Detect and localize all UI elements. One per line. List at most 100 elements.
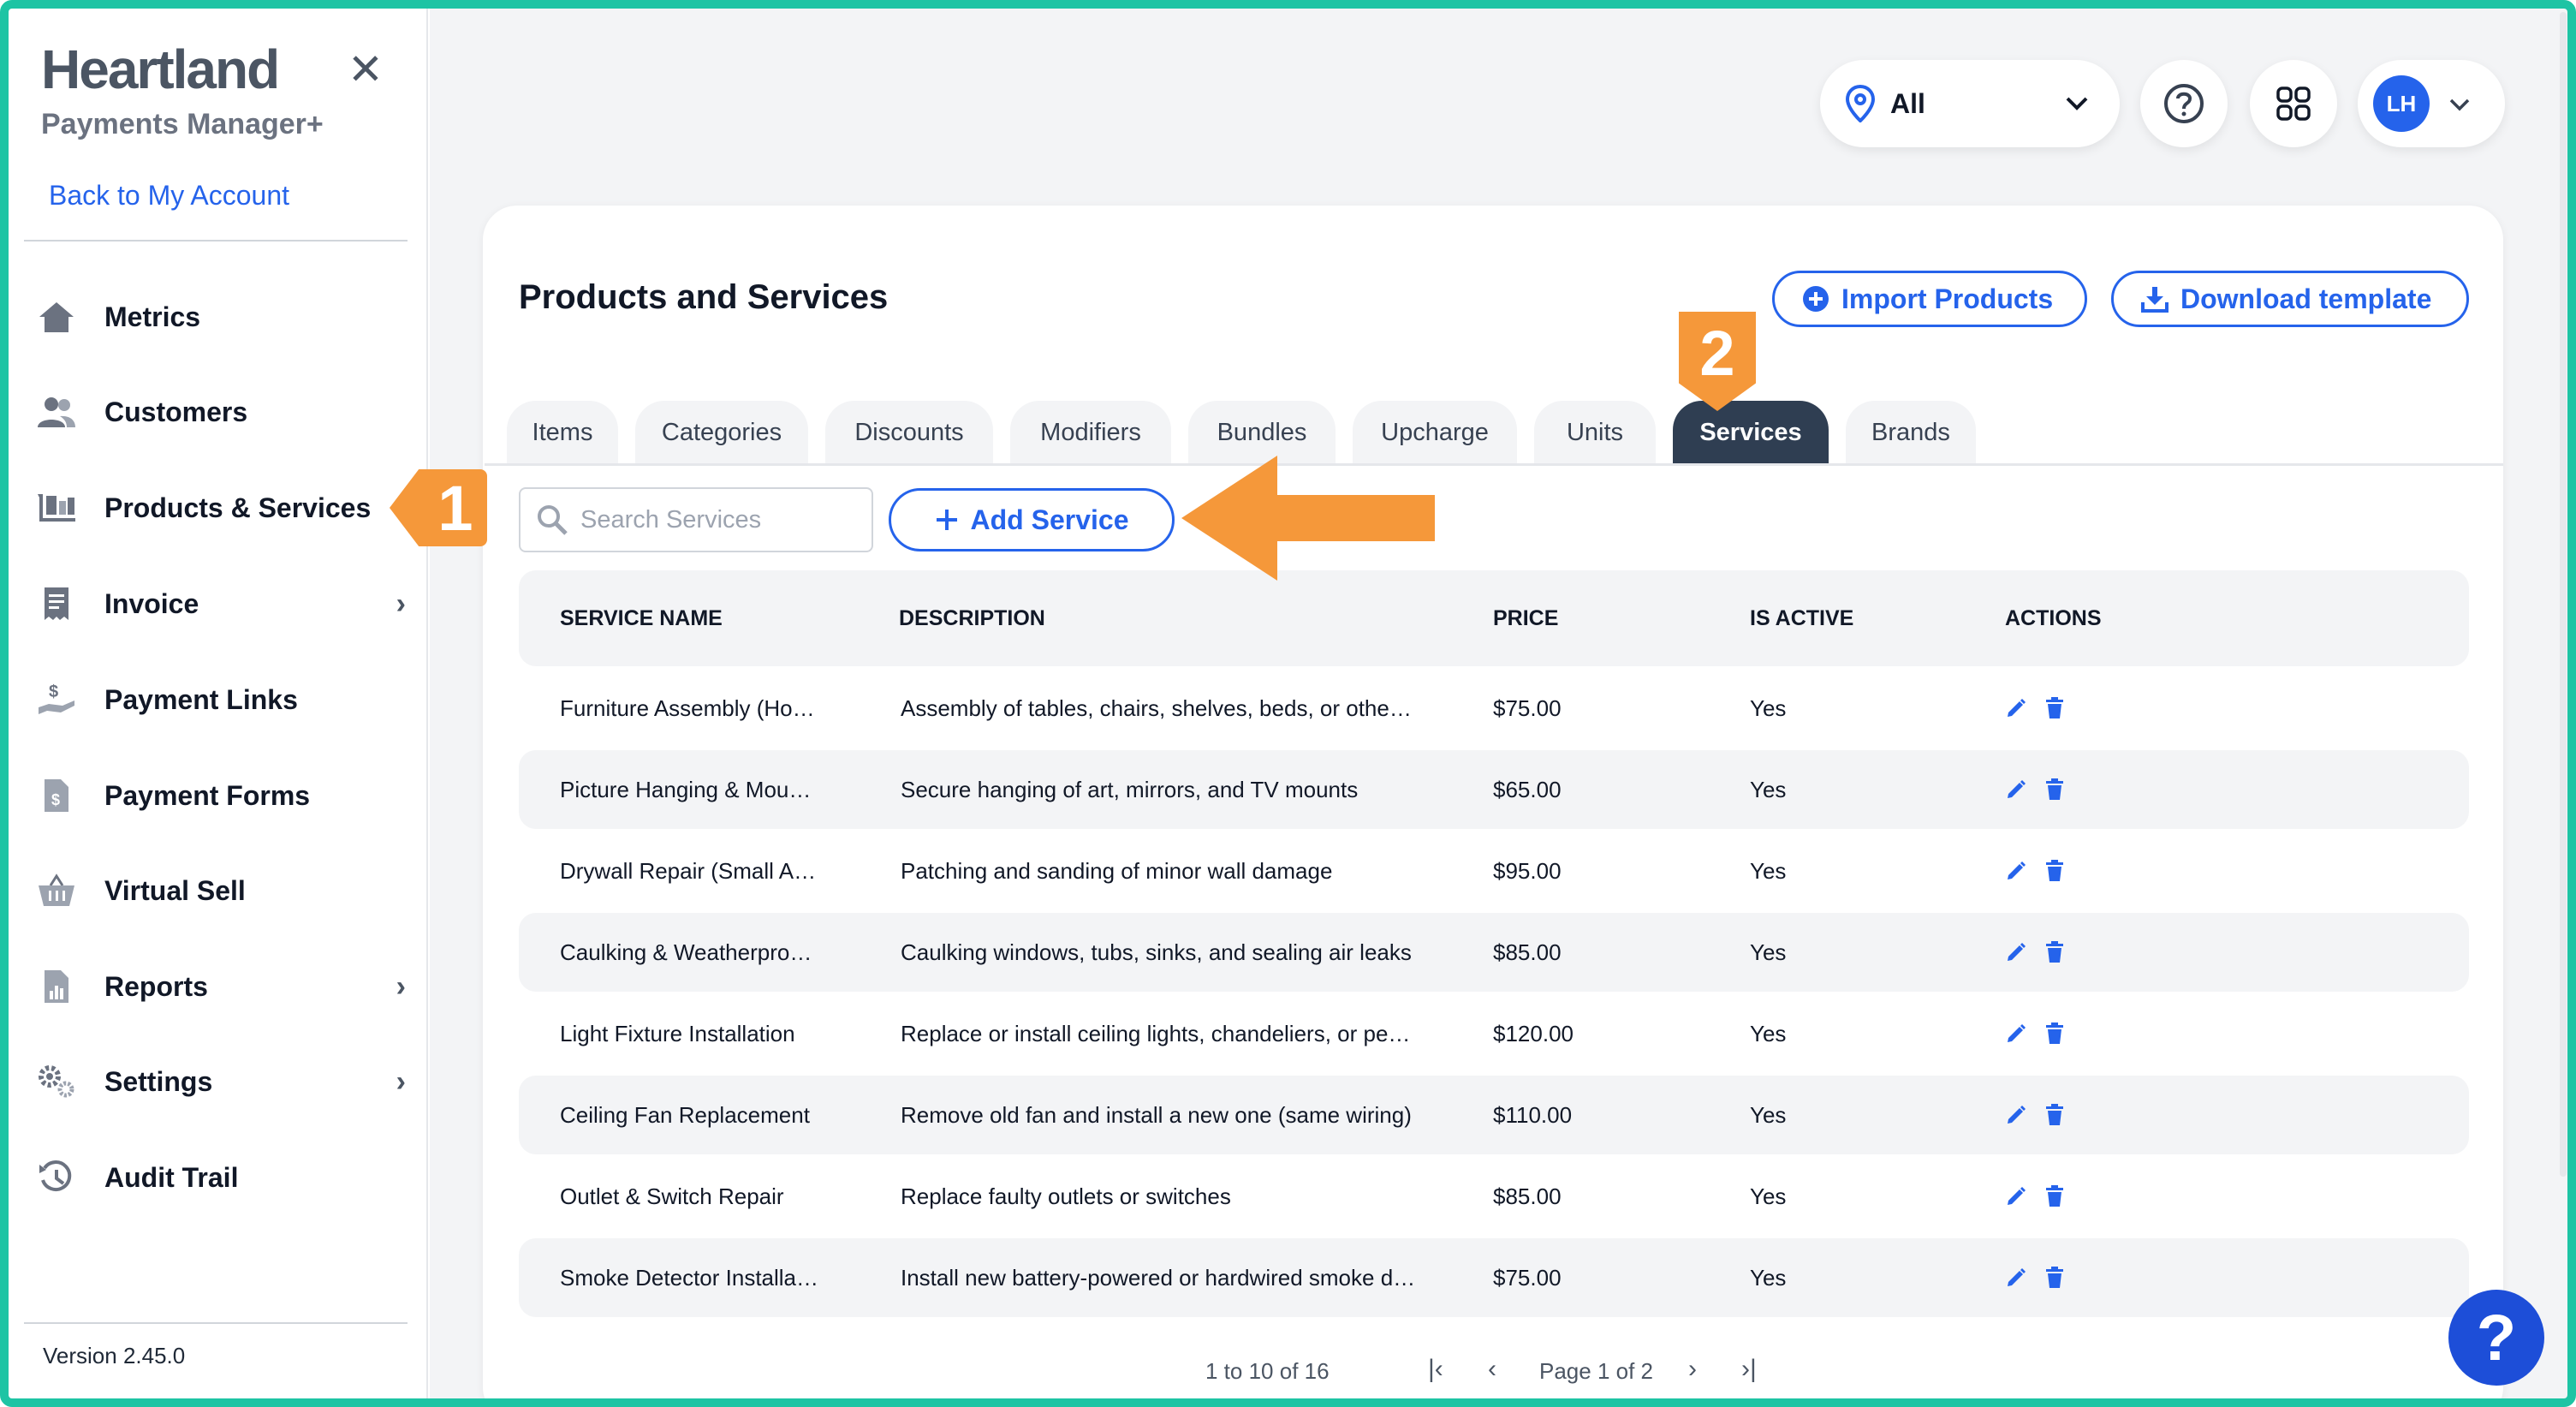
user-menu[interactable]: LH [2358, 60, 2505, 147]
search-icon [536, 504, 568, 536]
column-header-is-active[interactable]: IS ACTIVE [1709, 606, 1964, 631]
is-active-cell: Yes [1750, 1264, 1787, 1291]
chevron-down-icon [2065, 89, 2089, 118]
question-circle-icon [2163, 82, 2205, 125]
import-products-label: Import Products [1841, 283, 2054, 314]
table-body: Furniture Assembly (Ho… Assembly of table… [519, 669, 2469, 1317]
sidebar-item-label: Settings [104, 1065, 213, 1097]
table-row[interactable]: Furniture Assembly (Ho… Assembly of table… [519, 669, 2469, 748]
edit-icon[interactable] [2005, 1267, 2027, 1289]
service-name-cell: Caulking & Weatherpro… [560, 939, 812, 965]
apps-grid-icon [2276, 86, 2311, 122]
download-template-button[interactable]: Download template [2111, 271, 2469, 327]
first-page-icon[interactable]: |‹ [1428, 1355, 1443, 1384]
column-header-service-name[interactable]: SERVICE NAME [519, 606, 858, 631]
payment-link-icon: $ [34, 681, 79, 718]
search-input[interactable]: Search Services [519, 487, 873, 552]
download-template-label: Download template [2180, 283, 2432, 314]
home-icon [34, 298, 79, 336]
description-cell: Patching and sanding of minor wall damag… [901, 857, 1333, 884]
sidebar-divider [24, 240, 408, 241]
table-row[interactable]: Smoke Detector Installa… Install new batt… [519, 1238, 2469, 1317]
table-row[interactable]: Outlet & Switch Repair Replace faulty out… [519, 1157, 2469, 1236]
apps-button[interactable] [2250, 60, 2337, 147]
column-header-description[interactable]: DESCRIPTION [858, 606, 1452, 631]
gear-icon [34, 1063, 79, 1100]
table-row[interactable]: Ceiling Fan Replacement Remove old fan an… [519, 1076, 2469, 1154]
delete-icon[interactable] [2044, 1185, 2065, 1207]
tab-units[interactable]: Units [1534, 401, 1656, 464]
edit-icon[interactable] [2005, 1185, 2027, 1207]
is-active-cell: Yes [1750, 695, 1787, 721]
help-button[interactable] [2140, 60, 2228, 147]
price-cell: $120.00 [1493, 1020, 1574, 1046]
is-active-cell: Yes [1750, 939, 1787, 965]
table-row[interactable]: Caulking & Weatherpro… Caulking windows, … [519, 913, 2469, 992]
search-placeholder: Search Services [580, 505, 762, 534]
history-icon [34, 1159, 79, 1196]
import-products-button[interactable]: Import Products [1772, 271, 2087, 327]
edit-icon[interactable] [2005, 1022, 2027, 1045]
last-page-icon[interactable]: ›| [1741, 1355, 1757, 1384]
is-active-cell: Yes [1750, 1020, 1787, 1046]
price-cell: $65.00 [1493, 776, 1562, 802]
price-cell: $85.00 [1493, 939, 1562, 965]
edit-icon[interactable] [2005, 697, 2027, 719]
close-icon[interactable]: ✕ [348, 48, 384, 91]
description-cell: Replace or install ceiling lights, chand… [901, 1020, 1411, 1046]
sidebar-item-label: Audit Trail [104, 1161, 239, 1193]
delete-icon[interactable] [2044, 1267, 2065, 1289]
delete-icon[interactable] [2044, 697, 2065, 719]
edit-icon[interactable] [2005, 1104, 2027, 1126]
table-row[interactable]: Drywall Repair (Small A… Patching and san… [519, 832, 2469, 910]
service-name-cell: Smoke Detector Installa… [560, 1264, 819, 1291]
sidebar-item-audit-trail[interactable]: Audit Trail [34, 1148, 411, 1207]
price-cell: $110.00 [1493, 1101, 1573, 1128]
location-pin-icon [1846, 85, 1875, 122]
tab-categories[interactable]: Categories [635, 401, 808, 464]
tab-brands[interactable]: Brands [1846, 401, 1976, 464]
delete-icon[interactable] [2044, 1104, 2065, 1126]
location-value: All [1890, 87, 1925, 119]
price-cell: $95.00 [1493, 857, 1562, 884]
service-name-cell: Outlet & Switch Repair [560, 1183, 784, 1209]
sidebar-item-metrics[interactable]: Metrics [34, 287, 411, 347]
column-header-price[interactable]: PRICE [1452, 606, 1709, 631]
back-to-account-link[interactable]: Back to My Account [49, 180, 289, 212]
description-cell: Caulking windows, tubs, sinks, and seali… [901, 939, 1412, 965]
edit-icon[interactable] [2005, 778, 2027, 801]
service-name-cell: Picture Hanging & Mou… [560, 776, 812, 802]
tab-modifiers[interactable]: Modifiers [1010, 401, 1171, 464]
tab-items[interactable]: Items [507, 401, 618, 464]
help-chat-button[interactable]: ? [2448, 1290, 2544, 1386]
pointer-arrow [1181, 454, 1438, 587]
edit-icon[interactable] [2005, 941, 2027, 963]
tab-services[interactable]: Services [1673, 401, 1829, 464]
sidebar-item-customers[interactable]: Customers [34, 382, 411, 442]
sidebar-item-virtual-sell[interactable]: Virtual Sell [34, 861, 411, 921]
sidebar-item-payment-links[interactable]: $ Payment Links [34, 670, 411, 730]
delete-icon[interactable] [2044, 941, 2065, 963]
services-table: SERVICE NAME DESCRIPTION PRICE IS ACTIVE… [519, 570, 2469, 1317]
scrollbar[interactable] [2560, 12, 2567, 1177]
edit-icon[interactable] [2005, 860, 2027, 882]
tab-discounts[interactable]: Discounts [825, 401, 993, 464]
next-page-icon[interactable]: › [1688, 1355, 1697, 1384]
delete-icon[interactable] [2044, 860, 2065, 882]
sidebar-item-settings[interactable]: Settings › [34, 1052, 411, 1112]
location-selector[interactable]: All [1820, 60, 2120, 147]
table-row[interactable]: Picture Hanging & Mou… Secure hanging of … [519, 750, 2469, 829]
download-icon [2141, 285, 2168, 313]
add-service-button[interactable]: Add Service [889, 488, 1175, 551]
table-row[interactable]: Light Fixture Installation Replace or ins… [519, 994, 2469, 1073]
delete-icon[interactable] [2044, 1022, 2065, 1045]
is-active-cell: Yes [1750, 1101, 1787, 1128]
prev-page-icon[interactable]: ‹ [1488, 1355, 1496, 1384]
description-cell: Replace faulty outlets or switches [901, 1183, 1231, 1209]
sidebar-item-payment-forms[interactable]: $ Payment Forms [34, 766, 411, 826]
delete-icon[interactable] [2044, 778, 2065, 801]
sidebar-item-invoice[interactable]: Invoice › [34, 574, 411, 634]
description-cell: Secure hanging of art, mirrors, and TV m… [901, 776, 1359, 802]
sidebar-item-reports[interactable]: Reports › [34, 957, 411, 1016]
sidebar-item-products-services[interactable]: Products & Services [34, 478, 411, 538]
